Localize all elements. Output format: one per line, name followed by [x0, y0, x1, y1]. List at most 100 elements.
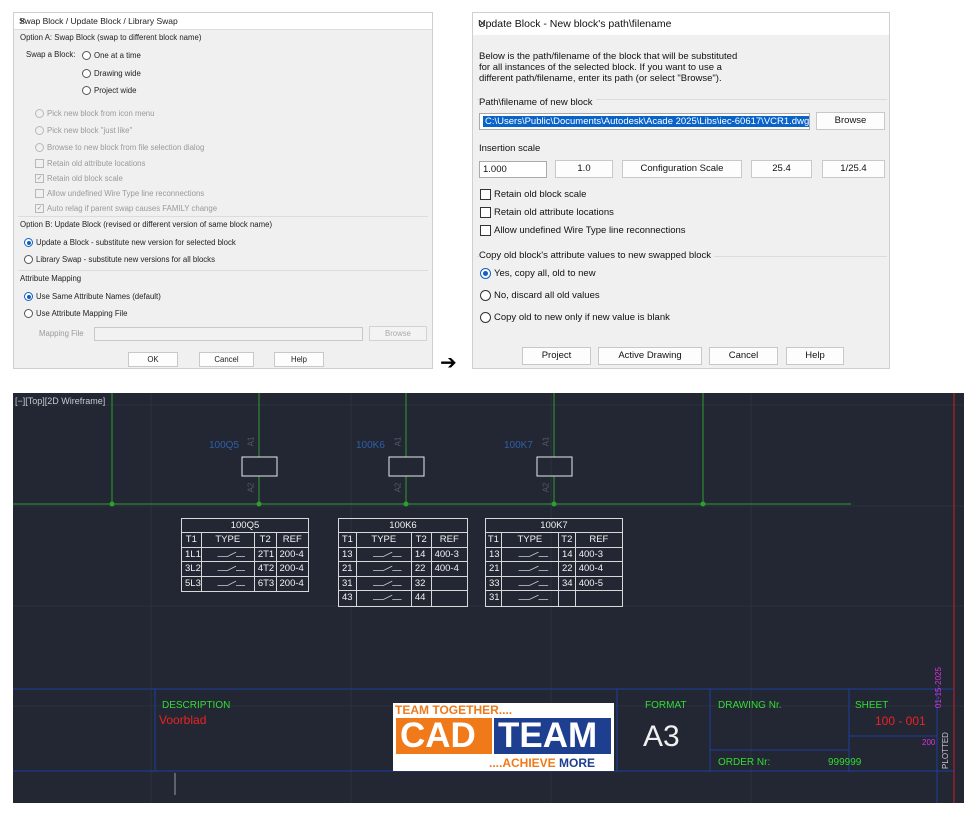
table-cell: 33 [486, 576, 502, 590]
scale-input[interactable]: 1.000 [479, 161, 547, 178]
radio-copy-all[interactable] [480, 268, 491, 279]
option-b-label: Option B: Update Block (revised or diffe… [20, 220, 273, 229]
table-cell: 31 [339, 576, 357, 590]
sheet-value[interactable]: 100 - 001 [875, 714, 926, 728]
drawing-wide-label: Drawing wide [94, 69, 141, 78]
checkbox-retain-block-scale[interactable] [480, 189, 491, 200]
table-row: 33 34 400-5 [486, 576, 622, 591]
configuration-scale-button[interactable]: Configuration Scale [622, 160, 742, 178]
swap-a-block-label: Swap a Block: [26, 50, 76, 59]
description-value[interactable]: Voorblad [159, 713, 206, 727]
radio-drawing-wide[interactable] [82, 69, 91, 78]
checkbox-auto-relag[interactable]: ✓ [35, 204, 44, 213]
discard-all-label: No, discard all old values [494, 290, 600, 301]
column-header: REF [589, 534, 609, 545]
contact-table-header: T1 TYPE T2 REF [182, 533, 308, 548]
table-cell [432, 591, 467, 606]
component-tag-100k7[interactable]: 100K7 [504, 440, 533, 451]
scale-25-4-button[interactable]: 25.4 [751, 160, 812, 178]
radio-library-swap[interactable] [24, 255, 33, 264]
table-cell: 22 [559, 562, 576, 576]
insertion-scale-label: Insertion scale [479, 143, 541, 154]
format-value[interactable]: A3 [643, 720, 680, 754]
radio-pick-just-like[interactable] [35, 126, 44, 135]
contact-table[interactable]: 100Q5 T1 TYPE T2 REF 1L1 2T1 200-4 3L2 4T2 200-4 5L… [181, 518, 309, 592]
contact-table-title: 100Q5 [182, 519, 308, 533]
sheet-label: SHEET [855, 700, 889, 711]
arrow-right-icon: ➔ [440, 352, 457, 374]
terminal-a2-label: A2 [541, 482, 551, 493]
close-icon[interactable]: ✕ [478, 18, 881, 30]
radio-update-block[interactable] [24, 238, 33, 247]
separator [18, 216, 428, 217]
scale-1-button[interactable]: 1.0 [555, 160, 613, 178]
table-cell [202, 576, 255, 591]
table-cell: 31 [486, 591, 502, 606]
contact-symbol-icon [217, 580, 245, 586]
path-input[interactable]: C:\Users\Public\Documents\Autodesk\Acade… [479, 113, 810, 130]
table-cell [202, 547, 255, 561]
column-header: REF [439, 534, 459, 545]
cad-viewport[interactable]: [−][Top][2D Wireframe] 100Q5 100K6 100K7… [13, 393, 964, 803]
terminal-a1-label: A1 [393, 436, 403, 447]
order-number-value[interactable]: 999999 [828, 757, 861, 768]
cancel-button[interactable]: Cancel [199, 352, 254, 367]
table-row: 31 32 [339, 576, 467, 591]
mapping-browse-button[interactable]: Browse [369, 326, 427, 341]
separator [18, 270, 428, 271]
table-cell: 14 [412, 547, 432, 561]
contact-symbol-icon [372, 551, 402, 557]
checkbox-retain-attr-locations[interactable] [480, 207, 491, 218]
cadteam-logo: TEAM TOGETHER.... CAD TEAM ....ACHIEVE M… [393, 703, 614, 771]
active-drawing-button[interactable]: Active Drawing [598, 347, 702, 365]
contact-table[interactable]: 100K7 T1 TYPE T2 REF 13 14 400-3 21 22 400-4 33 34 40… [485, 518, 623, 607]
table-cell: 400-5 [578, 577, 604, 589]
radio-project-wide[interactable] [82, 86, 91, 95]
table-cell: 4T2 [255, 562, 277, 576]
radio-browse-file[interactable] [35, 143, 44, 152]
terminal-a1-label: A1 [541, 436, 551, 447]
component-tag-100k6[interactable]: 100K6 [356, 440, 385, 451]
component-tag-100q5[interactable]: 100Q5 [209, 440, 239, 451]
table-cell: 43 [339, 591, 357, 606]
table-cell [432, 577, 467, 591]
help-button[interactable]: Help [786, 347, 844, 365]
one-at-a-time-label: One at a time [94, 51, 141, 60]
table-row: 21 22 400-4 [339, 562, 467, 577]
contact-symbol-icon [518, 580, 549, 586]
checkbox-retain-attr-locations[interactable] [35, 159, 44, 168]
radio-mapping-file[interactable] [24, 309, 33, 318]
checkbox-allow-undefined-wire[interactable] [480, 225, 491, 236]
update-block-label: Update a Block - substitute new version … [36, 238, 236, 247]
contact-symbol-icon [217, 565, 245, 571]
terminal-a2-label: A2 [246, 482, 256, 493]
drawing-number-label: DRAWING Nr. [718, 700, 782, 711]
table-row: 43 44 [339, 591, 467, 606]
help-button[interactable]: Help [274, 352, 324, 367]
checkbox-retain-block-scale[interactable]: ✓ [35, 174, 44, 183]
mapping-file-input[interactable] [94, 327, 363, 341]
cancel-button[interactable]: Cancel [709, 347, 778, 365]
table-cell: 400-3 [434, 548, 459, 560]
close-icon[interactable]: ✕ [19, 16, 426, 27]
viewport-label[interactable]: [−][Top][2D Wireframe] [15, 396, 105, 406]
checkbox-allow-undefined-wire[interactable] [35, 189, 44, 198]
project-button[interactable]: Project [522, 347, 591, 365]
radio-same-attr-names[interactable] [24, 292, 33, 301]
same-attr-names-label: Use Same Attribute Names (default) [36, 292, 161, 301]
logo-team-block: TEAM [494, 716, 611, 755]
radio-discard-all[interactable] [480, 290, 491, 301]
browse-button[interactable]: Browse [816, 112, 885, 130]
pick-icon-menu-label: Pick new block from icon menu [47, 109, 155, 118]
radio-pick-icon-menu[interactable] [35, 109, 44, 118]
table-cell [357, 562, 412, 576]
radio-one-at-a-time[interactable] [82, 51, 91, 60]
contact-table[interactable]: 100K6 T1 TYPE T2 REF 13 14 400-3 21 22 400-4 31 32 43… [338, 518, 468, 607]
radio-copy-if-blank[interactable] [480, 312, 491, 323]
project-wide-label: Project wide [94, 86, 137, 95]
logo-tagline-top: TEAM TOGETHER.... [395, 703, 513, 717]
ok-button[interactable]: OK [128, 352, 178, 367]
scale-1-25-4-button[interactable]: 1/25.4 [822, 160, 885, 178]
copy-attr-label: Copy old block's attribute values to new… [479, 250, 715, 262]
table-cell: 2T1 [255, 547, 277, 561]
